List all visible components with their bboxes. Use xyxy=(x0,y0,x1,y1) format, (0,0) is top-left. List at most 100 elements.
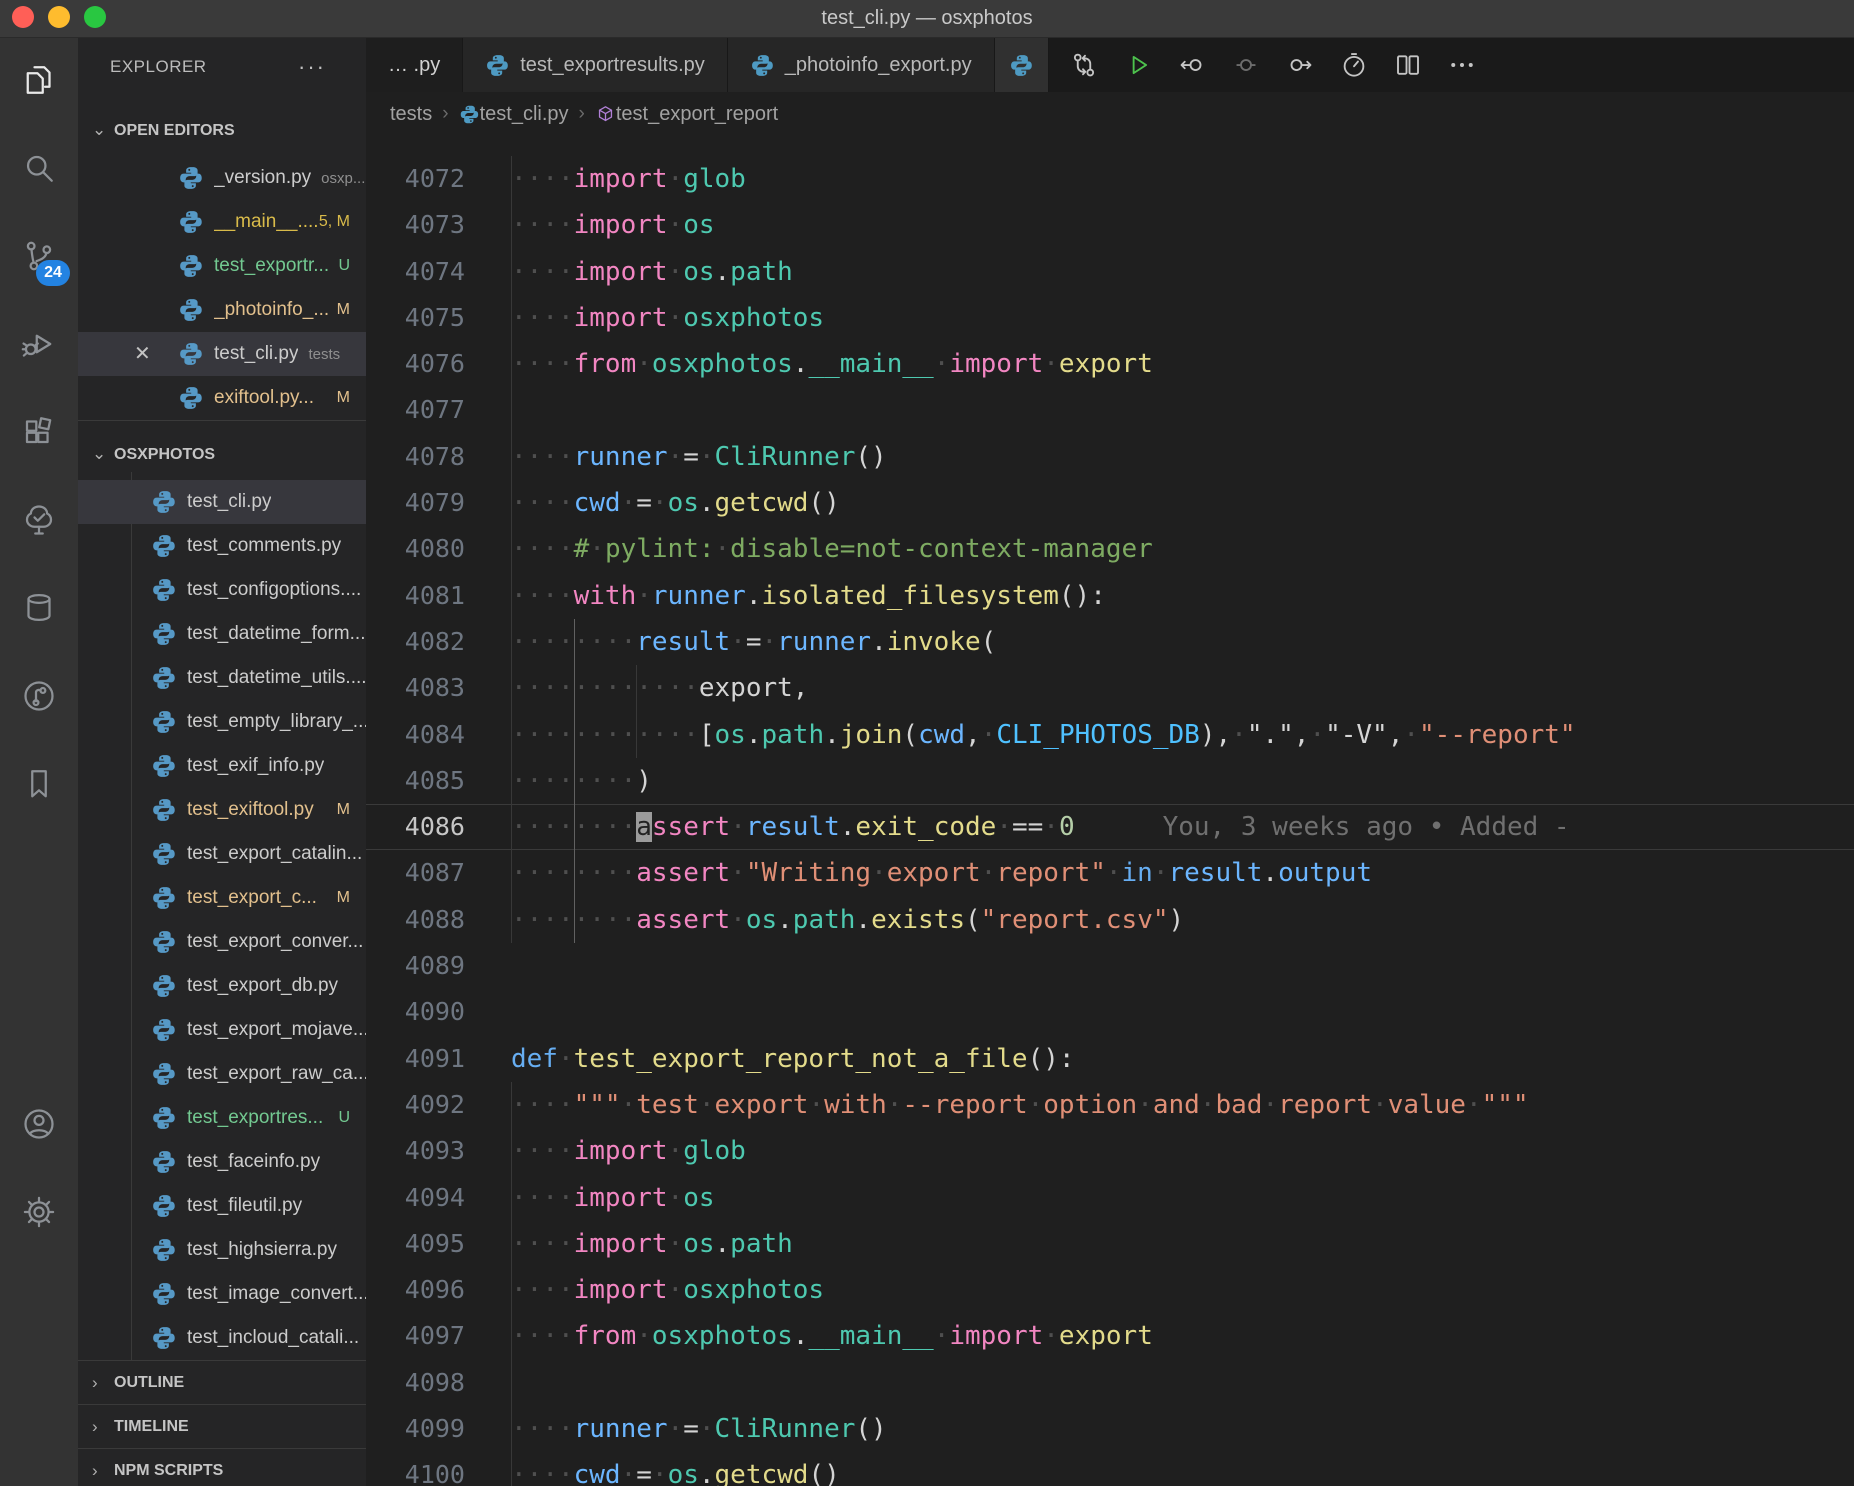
code-text: ····from·osxphotos.__main__·import·expor… xyxy=(465,341,1854,387)
tree-item[interactable]: test_exiftool.pyM xyxy=(78,788,366,832)
activity-item-search[interactable] xyxy=(0,126,78,214)
tree-item[interactable]: test_datetime_utils.... xyxy=(78,656,366,700)
code-line[interactable]: 4072····import·glob xyxy=(366,156,1854,202)
code-line[interactable]: 4087········assert·"Writing·export·repor… xyxy=(366,850,1854,896)
code-line[interactable]: 4081····with·runner.isolated_filesystem(… xyxy=(366,573,1854,619)
tree-item[interactable]: test_comments.py xyxy=(78,524,366,568)
code-line[interactable]: 4079····cwd·=·os.getcwd() xyxy=(366,480,1854,526)
code-line[interactable]: 4083············export, xyxy=(366,665,1854,711)
tree-item[interactable]: test_image_convert... xyxy=(78,1272,366,1316)
activity-item-bookmarks[interactable] xyxy=(0,742,78,830)
more-actions-icon[interactable] xyxy=(1441,38,1483,92)
tree-item[interactable]: test_export_catalin... xyxy=(78,832,366,876)
code-line[interactable]: 4088········assert·os.path.exists("repor… xyxy=(366,897,1854,943)
title-bar[interactable]: test_cli.py — osxphotos xyxy=(0,0,1854,38)
code-line[interactable]: 4097····from·osxphotos.__main__·import·e… xyxy=(366,1313,1854,1359)
code-line[interactable]: 4090 xyxy=(366,989,1854,1035)
code-line[interactable]: 4075····import·osxphotos xyxy=(366,295,1854,341)
activity-item-run-debug[interactable] xyxy=(0,302,78,390)
editor-tab[interactable]: test_exportresults.py xyxy=(463,38,728,92)
tree-item[interactable]: test_export_raw_ca... xyxy=(78,1052,366,1096)
testing-tree-icon xyxy=(21,502,57,543)
code-line[interactable]: 4100····cwd·=·os.getcwd() xyxy=(366,1452,1854,1486)
code-line[interactable]: 4099····runner·=·CliRunner() xyxy=(366,1406,1854,1452)
code-line[interactable]: 4084············[os.path.join(cwd,·CLI_P… xyxy=(366,712,1854,758)
code-line[interactable]: 4093····import·glob xyxy=(366,1128,1854,1174)
code-line[interactable]: 4095····import·os.path xyxy=(366,1221,1854,1267)
close-icon[interactable]: ✕ xyxy=(134,341,151,366)
explorer-more-actions-icon[interactable]: ··· xyxy=(298,54,326,80)
split-editor-icon[interactable] xyxy=(1387,38,1429,92)
open-editor-item[interactable]: exiftool.py...M xyxy=(78,376,366,420)
code-line[interactable]: 4094····import·os xyxy=(366,1175,1854,1221)
circle-icon[interactable] xyxy=(1225,38,1267,92)
open-editors-header[interactable]: ⌄ OPEN EDITORS xyxy=(78,96,366,148)
sidebar-section-timeline[interactable]: ›TIMELINE xyxy=(78,1404,366,1448)
open-editor-item[interactable]: _version.pyosxp... xyxy=(78,156,366,200)
nav-back-circle-icon[interactable] xyxy=(1171,38,1213,92)
code-editor[interactable]: 4072····import·glob4073····import·os4074… xyxy=(366,136,1854,1486)
code-text: ····import·glob xyxy=(465,156,1854,202)
activity-item-gitlens[interactable] xyxy=(0,654,78,742)
tree-item[interactable]: test_export_c...M xyxy=(78,876,366,920)
code-line[interactable]: 4091def·test_export_report_not_a_file(): xyxy=(366,1036,1854,1082)
sidebar-section-outline[interactable]: ›OUTLINE xyxy=(78,1360,366,1404)
tree-item[interactable]: test_exif_info.py xyxy=(78,744,366,788)
code-line[interactable]: 4077 xyxy=(366,387,1854,433)
code-line[interactable]: 4082········result·=·runner.invoke( xyxy=(366,619,1854,665)
tree-item[interactable]: test_exportres...U xyxy=(78,1096,366,1140)
code-line[interactable]: 4078····runner·=·CliRunner() xyxy=(366,434,1854,480)
tree-item[interactable]: test_export_db.py xyxy=(78,964,366,1008)
editor-tab[interactable]: … .py xyxy=(366,38,463,92)
code-line[interactable]: 4076····from·osxphotos.__main__·import·e… xyxy=(366,341,1854,387)
project-section-label: OSXPHOTOS xyxy=(114,446,215,464)
activity-item-source-control[interactable]: 24 xyxy=(0,214,78,302)
git-status-badge: U xyxy=(338,1109,350,1127)
git-compare-icon[interactable] xyxy=(1063,38,1105,92)
tree-item[interactable]: test_export_mojave... xyxy=(78,1008,366,1052)
breadcrumb-item[interactable]: tests xyxy=(390,103,432,126)
timer-icon[interactable] xyxy=(1333,38,1375,92)
tab-label: _photoinfo_export.py xyxy=(785,54,972,77)
code-line[interactable]: 4085········) xyxy=(366,758,1854,804)
code-line[interactable]: 4092····"""·test·export·with·--report·op… xyxy=(366,1082,1854,1128)
code-line-current[interactable]: 4086········assert·result.exit_code·==·0… xyxy=(366,804,1854,850)
code-line[interactable]: 4080····#·pylint:·disable=not-context-ma… xyxy=(366,526,1854,572)
activity-item-testing-tree[interactable] xyxy=(0,478,78,566)
open-editor-item[interactable]: test_exportr...U xyxy=(78,244,366,288)
editor-tab[interactable]: _photoinfo_export.py xyxy=(728,38,995,92)
tree-item[interactable]: test_datetime_form... xyxy=(78,612,366,656)
breadcrumb-item[interactable]: test_cli.py xyxy=(459,103,569,126)
close-window-icon[interactable] xyxy=(12,6,34,28)
open-editor-item[interactable]: ✕test_cli.pytests xyxy=(78,332,366,376)
activity-item-extensions[interactable] xyxy=(0,390,78,478)
nav-forward-circle-icon[interactable] xyxy=(1279,38,1321,92)
tree-item[interactable]: test_cli.py xyxy=(78,480,366,524)
tree-item[interactable]: test_incloud_catali... xyxy=(78,1316,366,1360)
tree-item[interactable]: test_fileutil.py xyxy=(78,1184,366,1228)
project-section-header[interactable]: ⌄ OSXPHOTOS xyxy=(78,420,366,472)
breadcrumb-item[interactable]: test_export_report xyxy=(595,103,778,126)
tree-item[interactable]: test_configoptions.... xyxy=(78,568,366,612)
code-line[interactable]: 4074····import·os.path xyxy=(366,249,1854,295)
code-line[interactable]: 4073····import·os xyxy=(366,202,1854,248)
activity-item-database[interactable] xyxy=(0,566,78,654)
tree-item[interactable]: test_faceinfo.py xyxy=(78,1140,366,1184)
code-line[interactable]: 4096····import·osxphotos xyxy=(366,1267,1854,1313)
run-icon[interactable] xyxy=(1117,38,1159,92)
code-text xyxy=(465,387,1854,433)
open-editor-item[interactable]: _photoinfo_...M xyxy=(78,288,366,332)
code-line[interactable]: 4098 xyxy=(366,1360,1854,1406)
code-line[interactable]: 4089 xyxy=(366,943,1854,989)
sidebar-section-npm-scripts[interactable]: ›NPM SCRIPTS xyxy=(78,1448,366,1486)
activity-item-explorer[interactable] xyxy=(0,38,78,126)
pinned-tab[interactable] xyxy=(995,38,1049,92)
activity-item-accounts[interactable] xyxy=(0,1082,78,1170)
minimize-window-icon[interactable] xyxy=(48,6,70,28)
activity-item-settings[interactable] xyxy=(0,1170,78,1258)
open-editor-item[interactable]: __main__....5, M xyxy=(78,200,366,244)
tree-item[interactable]: test_export_conver... xyxy=(78,920,366,964)
zoom-window-icon[interactable] xyxy=(84,6,106,28)
tree-item[interactable]: test_empty_library_... xyxy=(78,700,366,744)
tree-item[interactable]: test_highsierra.py xyxy=(78,1228,366,1272)
